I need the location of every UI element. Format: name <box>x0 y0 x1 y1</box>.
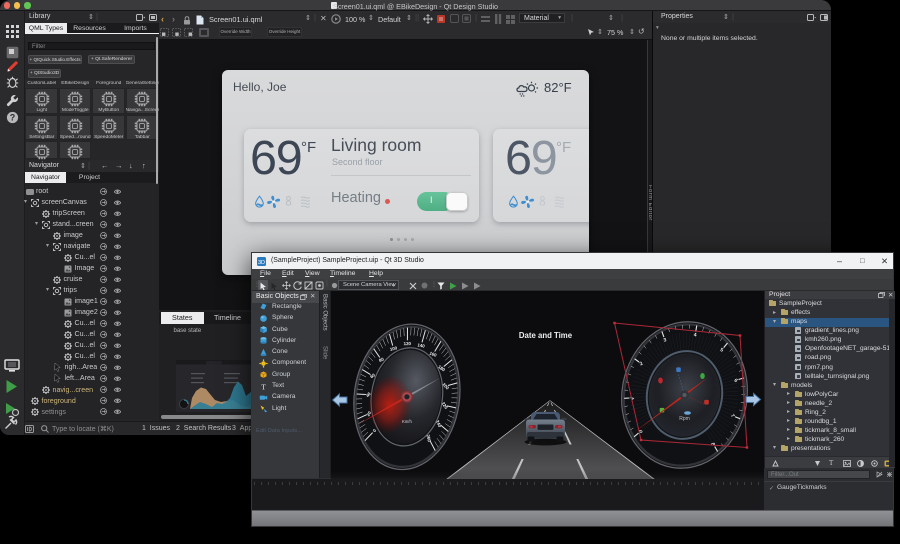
svg-text:?: ? <box>10 113 16 123</box>
svg-text:T: T <box>261 382 266 391</box>
svg-text:Rpm: Rpm <box>679 416 690 422</box>
svg-text:Km/h: Km/h <box>402 418 412 423</box>
svg-text:Date and Time: Date and Time <box>519 331 573 340</box>
svg-text:120: 120 <box>404 341 412 346</box>
svg-text:3D: 3D <box>258 260 265 266</box>
